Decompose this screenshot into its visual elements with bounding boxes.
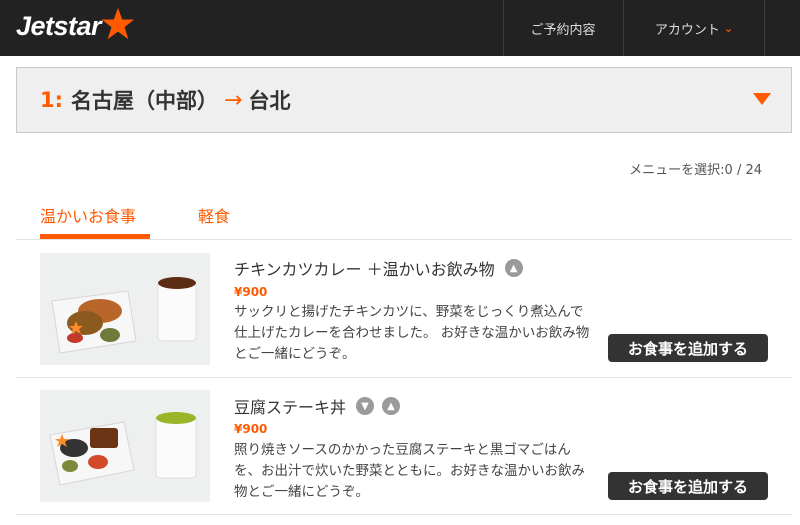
divider — [16, 514, 792, 515]
item-name: チキンカツカレー ＋温かいお飲み物 ▲ — [234, 256, 523, 280]
nav-reservations-link[interactable]: ご予約内容 — [503, 0, 623, 56]
flight-origin: 名古屋（中部） — [71, 89, 219, 113]
tofu-steak-bowl-image — [40, 390, 210, 502]
divider — [16, 377, 792, 378]
down-icon[interactable]: ▼ — [356, 397, 375, 415]
divider — [16, 239, 792, 240]
jetstar-logo[interactable]: Jetstar — [16, 5, 136, 47]
add-meal-button[interactable]: お食事を追加する — [608, 472, 768, 500]
route-arrow-icon: → — [224, 87, 243, 113]
nav-reservations-label: ご予約内容 — [530, 22, 596, 38]
dropdown-caret-icon[interactable] — [753, 93, 771, 105]
up-icon[interactable]: ▲ — [382, 397, 401, 415]
item-name: 豆腐ステーキ丼 ▼ ▲ — [234, 394, 401, 418]
item-price: ¥900 — [234, 422, 268, 436]
logo-text: Jetstar — [16, 10, 102, 41]
item-description: 照り焼きソースのかかった豆腐ステーキと黒ゴマごはんを、お出汁で炊いた野菜とともに… — [234, 442, 585, 500]
star-icon — [101, 7, 135, 40]
item-name-text: チキンカツカレー ＋温かいお飲み物 — [234, 260, 495, 279]
tab-light-meals[interactable]: 軽食 — [198, 203, 230, 227]
tab-hot-meals[interactable]: 温かいお食事 — [40, 203, 136, 227]
nav-account-menu[interactable]: アカウント ⌄ — [624, 0, 764, 56]
flight-destination: 台北 — [248, 89, 291, 113]
nav-divider — [764, 0, 765, 56]
chevron-down-icon: ⌄ — [723, 21, 734, 35]
add-meal-button[interactable]: お食事を追加する — [608, 334, 768, 362]
chicken-katsu-curry-image — [40, 253, 210, 365]
item-name-text: 豆腐ステーキ丼 — [234, 398, 347, 417]
item-price: ¥900 — [234, 285, 268, 299]
top-navigation-bar: Jetstar ご予約内容 アカウント ⌄ — [0, 0, 800, 56]
nav-account-label: アカウント — [654, 22, 720, 38]
flight-number: 1: — [40, 88, 64, 112]
up-icon[interactable]: ▲ — [504, 259, 523, 277]
flight-selector[interactable]: 1: 名古屋（中部） → 台北 — [16, 67, 792, 133]
item-description: サックリと揚げたチキンカツに、野菜をじっくり煮込んで仕上げたカレーを合わせました… — [234, 304, 590, 362]
menu-selection-count: メニューを選択:0 / 24 — [629, 163, 762, 178]
